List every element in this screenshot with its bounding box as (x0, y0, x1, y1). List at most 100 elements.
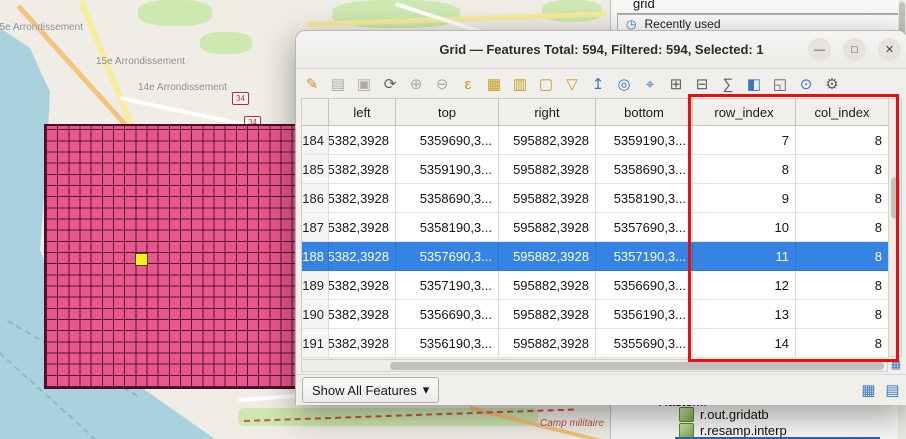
deselect-all-icon[interactable]: ▢ (536, 74, 556, 94)
show-all-features-dropdown[interactable]: Show All Features ▾ (302, 377, 439, 403)
cell-col-index[interactable]: 8 (796, 126, 889, 155)
cell-bottom[interactable]: 5359190,3... (596, 126, 693, 155)
invert-selection-icon[interactable]: ▥ (510, 74, 530, 94)
cell-row-index[interactable]: 7 (693, 126, 796, 155)
delete-field-icon[interactable]: ⊟ (692, 74, 712, 94)
cell-left[interactable]: 5382,3928 (329, 300, 396, 329)
save-edits-icon[interactable]: ▣ (354, 74, 374, 94)
park-area (138, 0, 212, 26)
cell-right[interactable]: 595882,3928 (499, 300, 596, 329)
cell-bottom[interactable]: 5357690,3... (596, 213, 693, 242)
cell-right[interactable]: 595882,3928 (499, 126, 596, 155)
cell-right[interactable]: 595882,3928 (499, 271, 596, 300)
column-header-row-index[interactable]: row_index (693, 99, 796, 126)
vertical-scrollbar-thumb[interactable] (891, 177, 900, 219)
column-header-bottom[interactable]: bottom (596, 99, 693, 126)
column-header-col-index[interactable]: col_index (796, 99, 889, 126)
filter-select-form-icon[interactable]: ▽ (562, 74, 582, 94)
horizontal-scrollbar[interactable] (301, 359, 888, 372)
cell-left[interactable]: 5382,3928 (329, 242, 396, 271)
cell-left[interactable]: 5382,3928 (329, 126, 396, 155)
cell-left[interactable]: 5382,3928 (329, 184, 396, 213)
cell-col-index[interactable]: 8 (796, 184, 889, 213)
column-header-top[interactable]: top (396, 99, 499, 126)
zoom-search-icon[interactable]: ⊙ (796, 74, 816, 94)
cell-left[interactable]: 5382,3928 (329, 155, 396, 184)
corner-header[interactable] (302, 99, 329, 126)
window-titlebar[interactable]: Grid — Features Total: 594, Filtered: 59… (296, 31, 906, 69)
cell-right[interactable]: 595882,3928 (499, 155, 596, 184)
zoom-to-selection-icon[interactable]: ⌖ (640, 74, 660, 94)
row-number[interactable]: 185 (302, 155, 329, 184)
cell-row-index[interactable]: 10 (693, 213, 796, 242)
cell-bottom[interactable]: 5356690,3... (596, 271, 693, 300)
dock-table-icon[interactable]: ◱ (770, 74, 790, 94)
cell-row-index[interactable]: 14 (693, 329, 796, 358)
cell-top[interactable]: 5357690,3... (396, 242, 499, 271)
toggle-editing-icon[interactable]: ✎ (302, 74, 322, 94)
pan-to-selection-icon[interactable]: ◎ (614, 74, 634, 94)
cell-row-index[interactable]: 12 (693, 271, 796, 300)
cell-col-index[interactable]: 8 (796, 155, 889, 184)
table-view-icon[interactable]: ▦ (860, 382, 877, 399)
cell-right[interactable]: 595882,3928 (499, 329, 596, 358)
toolbox-search-input[interactable]: grid (633, 0, 655, 11)
select-all-icon[interactable]: ▦ (484, 74, 504, 94)
cell-top[interactable]: 5358690,3... (396, 184, 499, 213)
cell-bottom[interactable]: 5358690,3... (596, 155, 693, 184)
cell-top[interactable]: 5357190,3... (396, 271, 499, 300)
cell-left[interactable]: 5382,3928 (329, 329, 396, 358)
bottom-bar: Show All Features ▾ ▦ ▤ (296, 374, 906, 405)
cell-top[interactable]: 5359690,3... (396, 126, 499, 155)
cell-top[interactable]: 5358190,3... (396, 213, 499, 242)
new-field-icon[interactable]: ⊞ (666, 74, 686, 94)
cell-bottom[interactable]: 5356190,3... (596, 300, 693, 329)
settings-icon[interactable]: ⚙ (822, 74, 842, 94)
cell-col-index[interactable]: 8 (796, 329, 889, 358)
horizontal-scrollbar-thumb[interactable] (390, 362, 884, 370)
multi-edit-icon[interactable]: ▤ (328, 74, 348, 94)
cell-col-index[interactable]: 8 (796, 242, 889, 271)
minimize-button[interactable]: — (808, 38, 831, 61)
close-button[interactable]: ✕ (878, 38, 901, 61)
cell-row-index[interactable]: 8 (693, 155, 796, 184)
cell-left[interactable]: 5382,3928 (329, 271, 396, 300)
cell-left[interactable]: 5382,3928 (329, 213, 396, 242)
row-number[interactable]: 188 (302, 242, 329, 271)
cell-row-index[interactable]: 13 (693, 300, 796, 329)
row-number[interactable]: 187 (302, 213, 329, 242)
maximize-button[interactable]: □ (843, 38, 866, 61)
row-number[interactable]: 184 (302, 126, 329, 155)
delete-selected-icon[interactable]: ⊖ (432, 74, 452, 94)
form-view-icon[interactable]: ▤ (884, 382, 901, 399)
cell-right[interactable]: 595882,3928 (499, 242, 596, 271)
conditional-formatting-icon[interactable]: ◧ (744, 74, 764, 94)
row-number[interactable]: 190 (302, 300, 329, 329)
column-header-right[interactable]: right (499, 99, 596, 126)
cell-row-index[interactable]: 9 (693, 184, 796, 213)
row-number[interactable]: 186 (302, 184, 329, 213)
add-feature-icon[interactable]: ⊕ (406, 74, 426, 94)
cell-top[interactable]: 5359190,3... (396, 155, 499, 184)
cell-top[interactable]: 5356190,3... (396, 329, 499, 358)
cell-col-index[interactable]: 8 (796, 300, 889, 329)
field-calculator-icon[interactable]: ∑ (718, 74, 738, 94)
column-header-left[interactable]: left (329, 99, 396, 126)
cell-right[interactable]: 595882,3928 (499, 184, 596, 213)
toolbox-item-r-out-gridatb[interactable]: r.out.gridatb (679, 407, 769, 422)
select-by-expression-icon[interactable]: ε (458, 74, 478, 94)
row-number[interactable]: 191 (302, 329, 329, 358)
cell-top[interactable]: 5356690,3... (396, 300, 499, 329)
cell-bottom[interactable]: 5355690,3... (596, 329, 693, 358)
cell-col-index[interactable]: 8 (796, 213, 889, 242)
toolbox-item-r-resamp-interp[interactable]: r.resamp.interp (679, 423, 787, 438)
reload-icon[interactable]: ⟳ (380, 74, 400, 94)
cell-right[interactable]: 595882,3928 (499, 213, 596, 242)
row-number[interactable]: 189 (302, 271, 329, 300)
cell-bottom[interactable]: 5357190,3... (596, 242, 693, 271)
cell-row-index[interactable]: 11 (693, 242, 796, 271)
move-selection-top-icon[interactable]: ↥ (588, 74, 608, 94)
cell-col-index[interactable]: 8 (796, 271, 889, 300)
vertical-scrollbar[interactable] (888, 98, 902, 357)
cell-bottom[interactable]: 5358190,3... (596, 184, 693, 213)
